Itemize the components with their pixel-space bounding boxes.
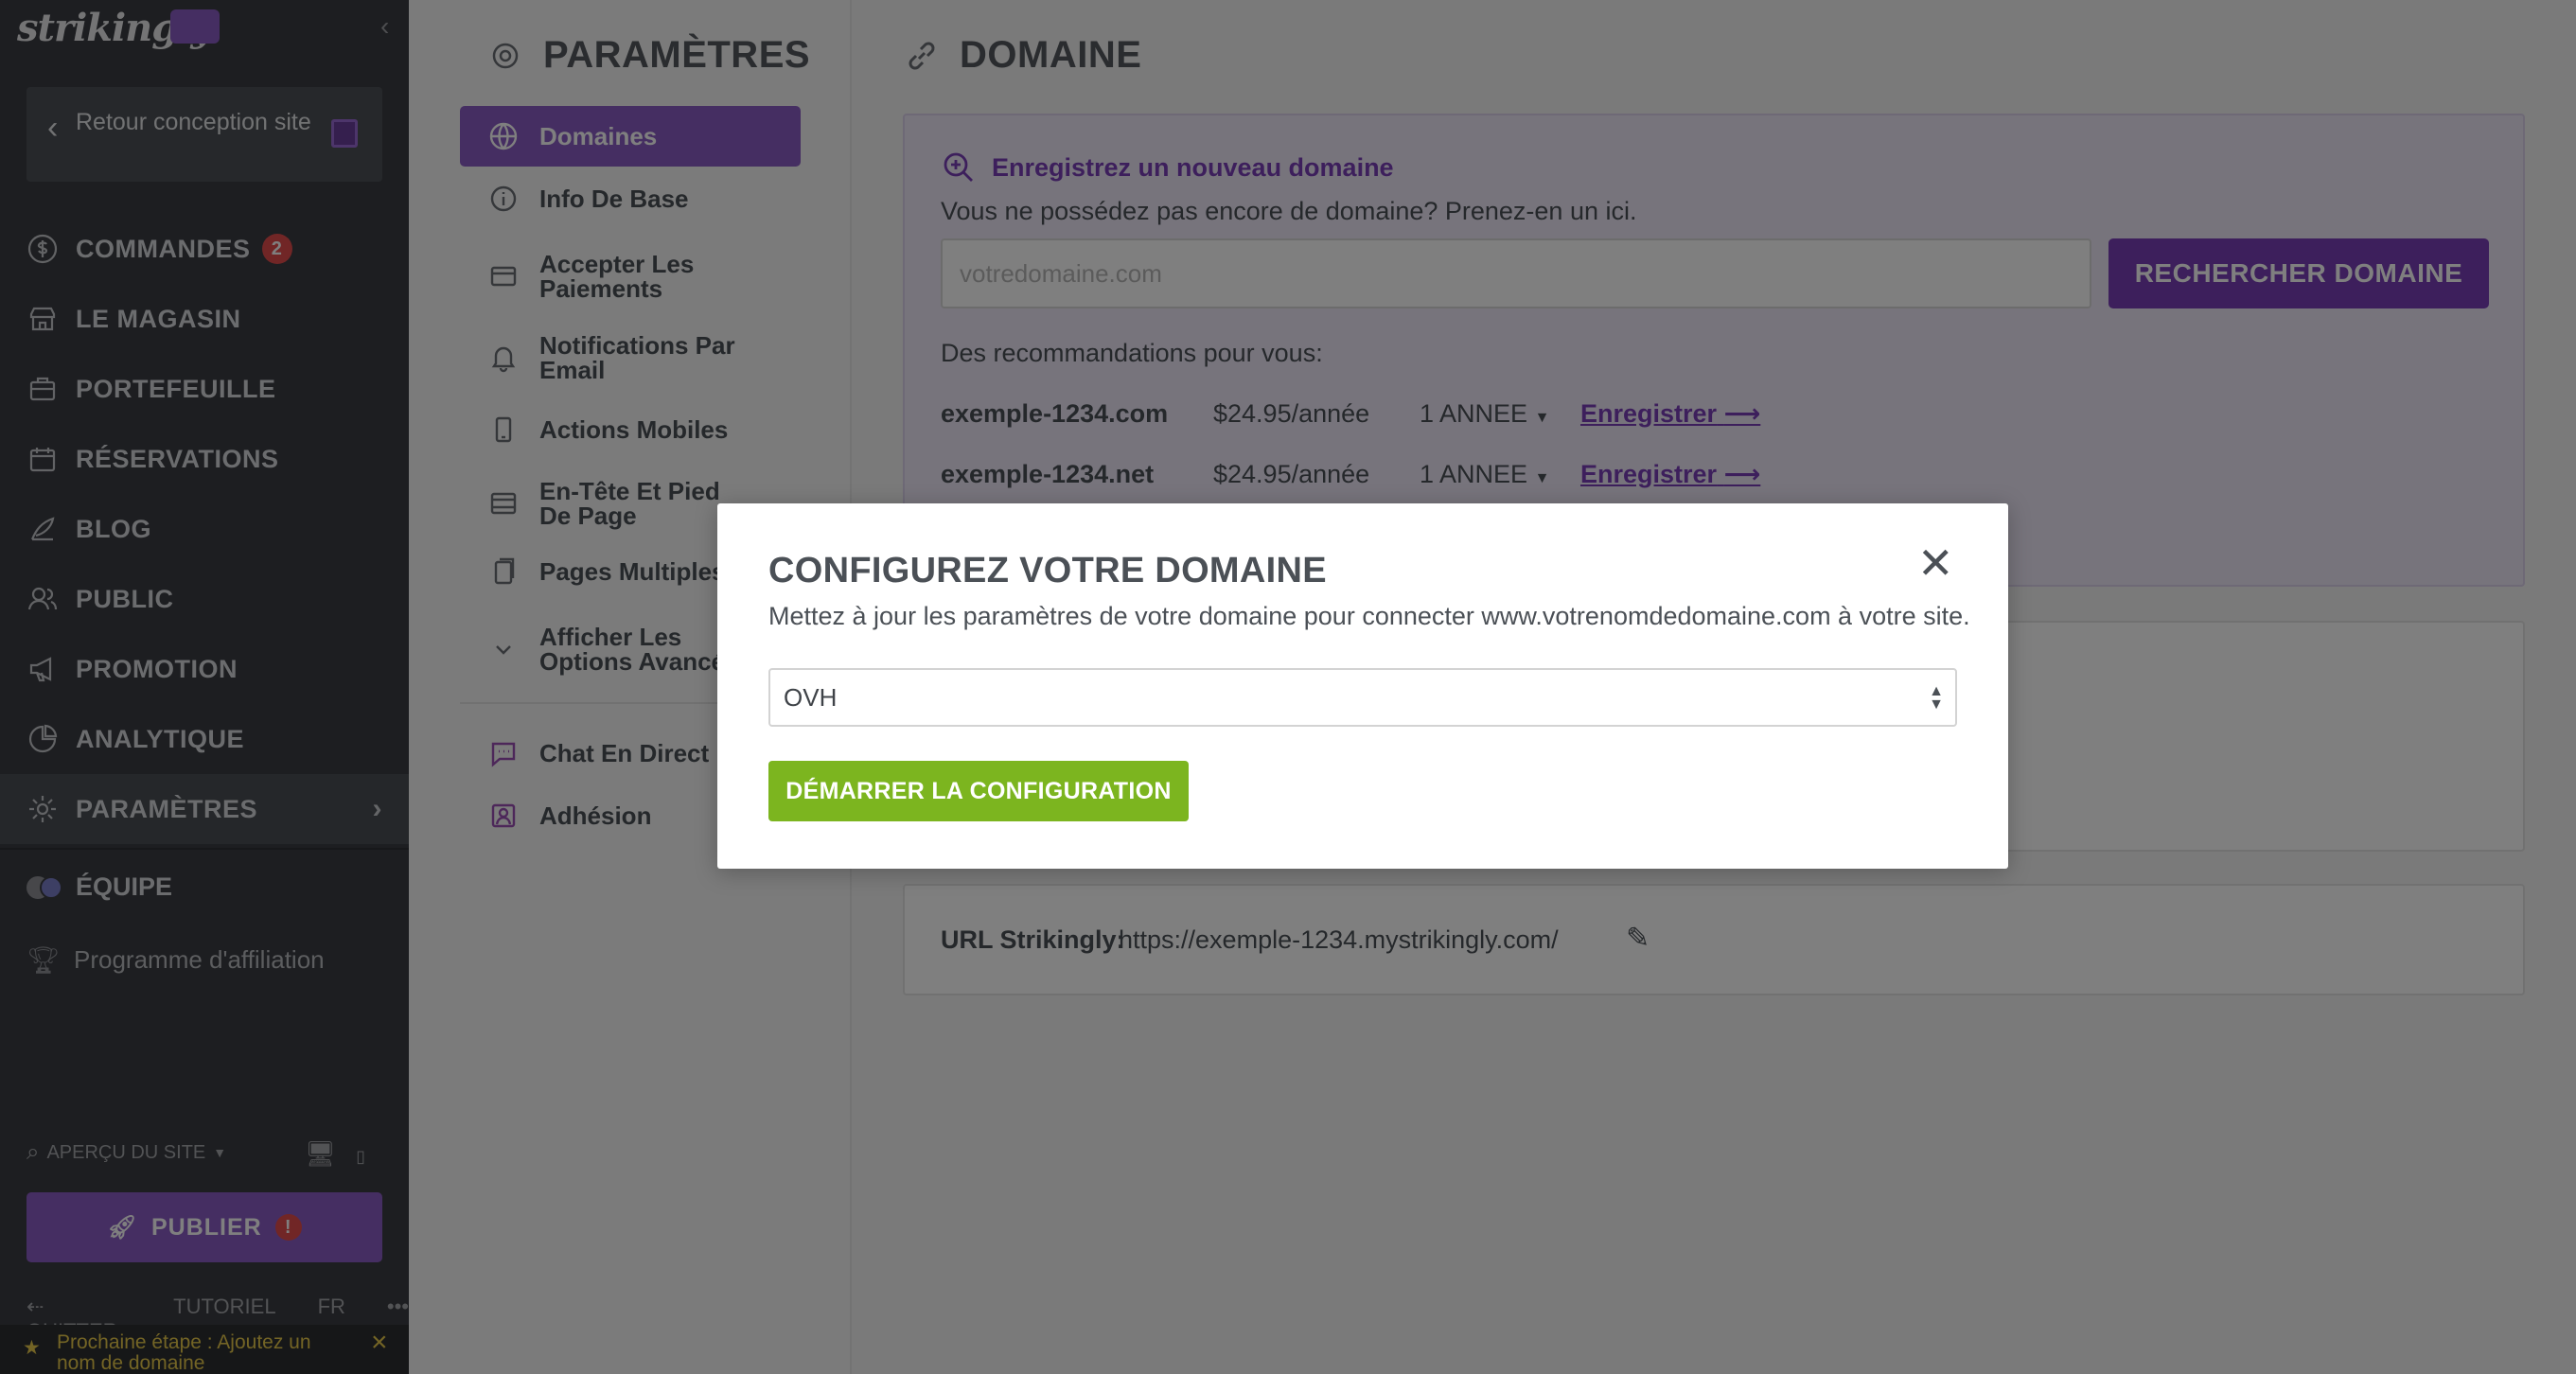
- configure-domain-modal: CONFIGUREZ VOTRE DOMAINE ✕ Mettez à jour…: [717, 503, 2008, 869]
- modal-title: CONFIGUREZ VOTRE DOMAINE: [768, 551, 1327, 590]
- provider-select-value: OVH: [784, 683, 838, 712]
- provider-select[interactable]: OVH ▲ ▼: [768, 668, 1957, 727]
- select-arrows-icon: ▲ ▼: [1929, 683, 1944, 713]
- close-icon[interactable]: ✕: [1917, 541, 1954, 585]
- start-configuration-button[interactable]: DÉMARRER LA CONFIGURATION: [768, 761, 1189, 821]
- modal-description: Mettez à jour les paramètres de votre do…: [768, 602, 1970, 630]
